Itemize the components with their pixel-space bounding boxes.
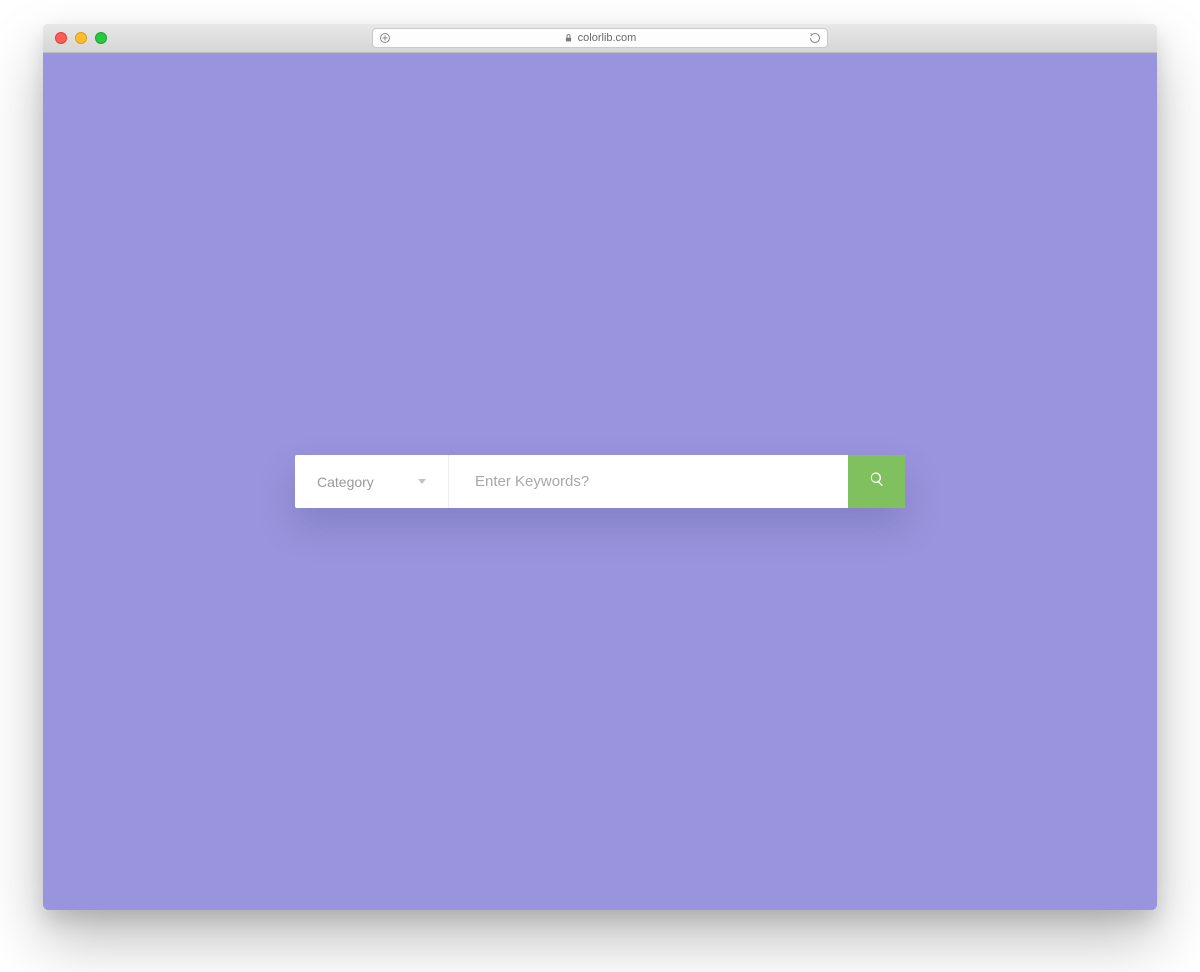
- window-maximize-button[interactable]: [95, 32, 107, 44]
- keywords-input[interactable]: [449, 455, 848, 508]
- address-bar[interactable]: colorlib.com: [372, 28, 828, 48]
- category-select[interactable]: Category: [295, 455, 449, 508]
- category-select-label: Category: [317, 474, 374, 490]
- lock-icon: [564, 33, 573, 43]
- reload-icon[interactable]: [809, 32, 821, 44]
- window-minimize-button[interactable]: [75, 32, 87, 44]
- page-viewport: Category: [43, 53, 1157, 910]
- browser-titlebar: colorlib.com: [43, 24, 1157, 53]
- search-button[interactable]: [848, 455, 905, 508]
- window-close-button[interactable]: [55, 32, 67, 44]
- browser-window: colorlib.com Category: [43, 24, 1157, 910]
- chevron-down-icon: [418, 479, 426, 484]
- share-icon[interactable]: [379, 32, 391, 44]
- search-form: Category: [295, 455, 905, 508]
- address-bar-domain: colorlib.com: [578, 32, 637, 44]
- search-icon: [869, 471, 885, 492]
- window-controls: [55, 32, 107, 44]
